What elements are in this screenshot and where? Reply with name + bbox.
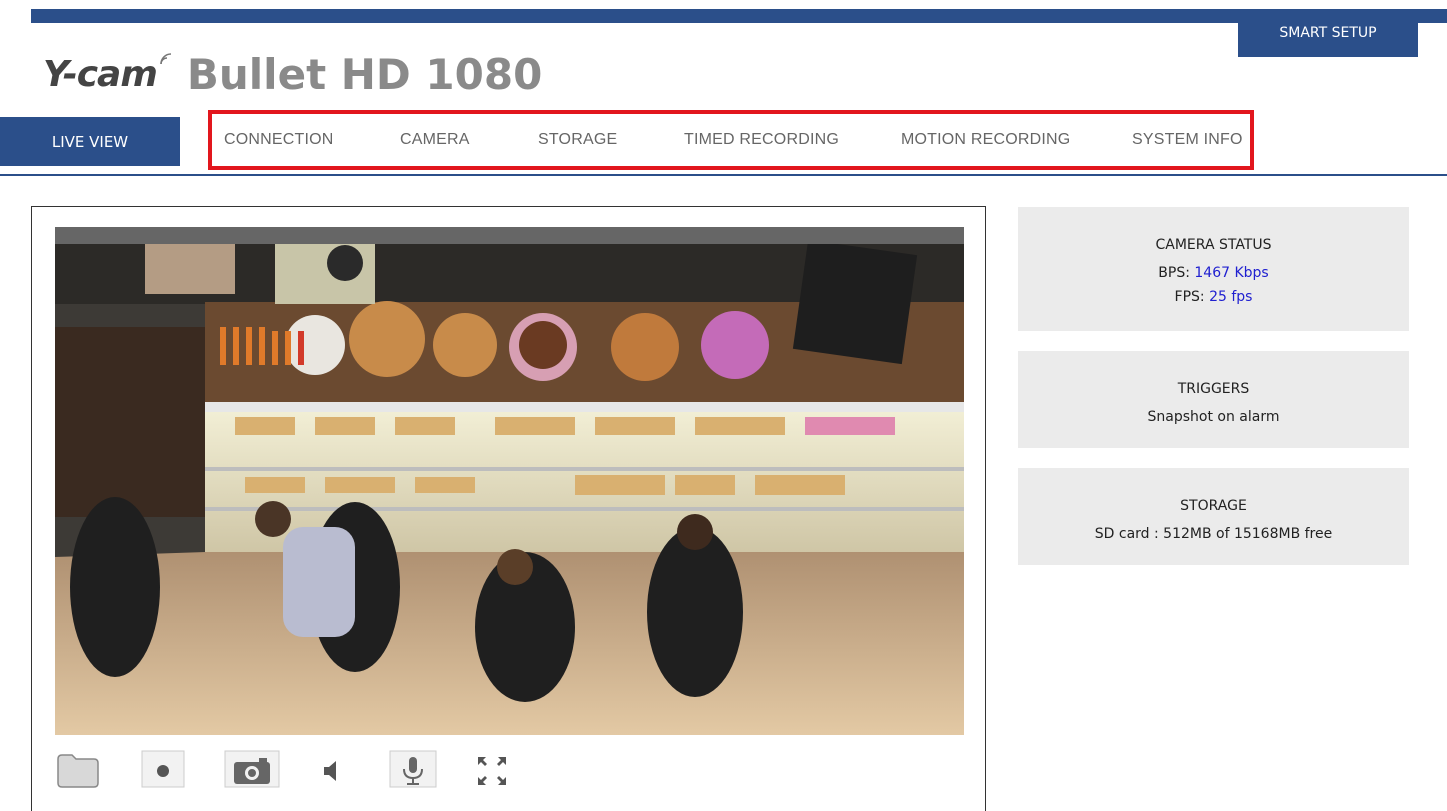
tab-live-view[interactable]: LIVE VIEW xyxy=(0,117,180,166)
triggers-card: TRIGGERS Snapshot on alarm xyxy=(1018,351,1409,448)
fps-label: FPS: xyxy=(1174,289,1205,305)
brand-header: Y-cam Bullet HD 1080 xyxy=(43,44,542,104)
live-video-feed[interactable] xyxy=(55,227,964,735)
speaker-icon[interactable] xyxy=(315,747,345,791)
video-scene-image xyxy=(55,227,964,735)
triggers-title: TRIGGERS xyxy=(1177,381,1250,397)
folder-icon[interactable] xyxy=(55,747,101,791)
video-top-bar xyxy=(55,227,964,244)
camera-status-title: CAMERA STATUS xyxy=(1155,237,1272,253)
tab-timed-recording[interactable]: TIMED RECORDING xyxy=(684,131,839,149)
bps-value: 1467 Kbps xyxy=(1194,265,1269,281)
fps-value: 25 fps xyxy=(1209,289,1253,305)
camera-status-card: CAMERA STATUS BPS: 1467 Kbps FPS: 25 fps xyxy=(1018,207,1409,331)
smart-setup-label: SMART SETUP xyxy=(1279,25,1377,41)
smart-setup-button[interactable]: SMART SETUP xyxy=(1238,9,1418,57)
microphone-icon[interactable] xyxy=(388,747,438,791)
triggers-text: Snapshot on alarm xyxy=(1147,409,1280,425)
fps-row: FPS: 25 fps xyxy=(1018,285,1409,309)
top-brand-bar xyxy=(31,9,1447,23)
tab-camera[interactable]: CAMERA xyxy=(400,131,470,149)
nav-divider xyxy=(0,174,1447,176)
bps-row: BPS: 1467 Kbps xyxy=(1018,261,1409,285)
snapshot-icon[interactable] xyxy=(223,747,281,791)
fullscreen-icon[interactable] xyxy=(470,747,514,791)
record-button[interactable] xyxy=(140,747,186,791)
tab-motion-recording[interactable]: MOTION RECORDING xyxy=(901,131,1070,149)
storage-title: STORAGE xyxy=(1180,498,1247,514)
storage-text: SD card : 512MB of 15168MB free xyxy=(1094,526,1333,542)
tab-live-view-label: LIVE VIEW xyxy=(51,132,129,151)
wireless-wave-icon xyxy=(159,51,173,70)
tab-system-info[interactable]: SYSTEM INFO xyxy=(1132,131,1243,149)
storage-card: STORAGE SD card : 512MB of 15168MB free xyxy=(1018,468,1409,565)
page-title: Bullet HD 1080 xyxy=(186,49,543,99)
ycam-logo: Y-cam xyxy=(43,53,158,95)
tab-storage[interactable]: STORAGE xyxy=(538,131,617,149)
tab-connection[interactable]: CONNECTION xyxy=(224,131,334,149)
bps-label: BPS: xyxy=(1158,265,1190,281)
